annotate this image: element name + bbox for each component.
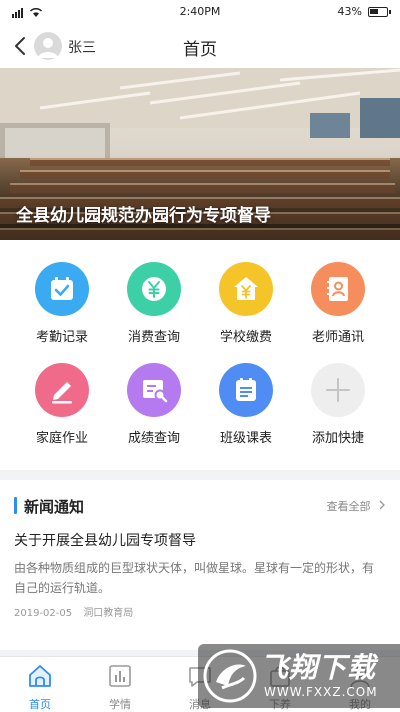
shortcut-label: 家庭作业 bbox=[35, 431, 88, 446]
news-headline: 关于开展全县幼儿园专项督导 bbox=[14, 533, 196, 549]
home-icon bbox=[29, 665, 51, 687]
report-search-icon bbox=[127, 363, 181, 417]
news-meta: 2019-02-05 洞口教育局 bbox=[14, 604, 386, 619]
watermark: 飞翔下载 WWW.FXXZ.COM bbox=[198, 644, 400, 708]
chevron-right-icon bbox=[379, 500, 385, 510]
plus-icon bbox=[311, 363, 365, 417]
battery-icon bbox=[368, 7, 391, 17]
avatar[interactable] bbox=[34, 32, 62, 60]
yuan-coin-icon bbox=[127, 262, 181, 316]
watermark-logo-icon bbox=[203, 649, 257, 703]
status-bar: 2:40PM 43% bbox=[0, 0, 400, 24]
shortcut-label: 添加快捷 bbox=[311, 431, 364, 446]
tab-label: 学情 bbox=[109, 698, 131, 711]
banner-caption: 全县幼儿园规范办园行为专项督导 bbox=[16, 206, 271, 226]
contact-book-icon bbox=[311, 262, 365, 316]
battery-percent: 43% bbox=[337, 5, 362, 18]
news-source: 洞口教育局 bbox=[83, 608, 134, 619]
news-header: 新闻通知 查看全部 bbox=[0, 494, 400, 518]
watermark-title: 飞翔下载 bbox=[260, 651, 377, 684]
watermark-url: WWW.FXXZ.COM bbox=[264, 685, 378, 699]
tab-home[interactable]: 首页 bbox=[0, 663, 80, 712]
tab-learning[interactable]: 学情 bbox=[80, 663, 160, 712]
shortcut-label: 班级课表 bbox=[219, 431, 272, 446]
shortcut-class-schedule[interactable]: 班级课表 bbox=[200, 363, 292, 446]
news-summary: 由各种物质组成的巨型球状天体，叫做星球。星球有一定的形状，有自己的运行轨道。 bbox=[14, 561, 375, 595]
view-all-link[interactable]: 查看全部 bbox=[327, 498, 387, 514]
calendar-check-icon bbox=[35, 262, 89, 316]
shortcut-label: 学校缴费 bbox=[219, 330, 272, 345]
shortcut-add[interactable]: 添加快捷 bbox=[292, 363, 384, 446]
news-panel: 新闻通知 查看全部 关于开展全县幼儿园专项督导 由各种物质组成的巨型球状天体，叫… bbox=[0, 480, 400, 650]
section-accent-bar bbox=[14, 497, 17, 514]
schedule-list-icon bbox=[219, 363, 273, 417]
shortcut-consumption[interactable]: 消费查询 bbox=[108, 262, 200, 345]
shortcut-grid: 考勤记录 消费查询 学校缴费 老师通讯 家庭作业 成绩查询 班级课表 添加快捷 bbox=[16, 262, 384, 446]
user-name[interactable]: 张三 bbox=[68, 37, 96, 57]
shortcut-grades[interactable]: 成绩查询 bbox=[108, 363, 200, 446]
view-all-label: 查看全部 bbox=[326, 500, 371, 513]
shortcut-label: 消费查询 bbox=[127, 330, 180, 345]
chart-icon bbox=[109, 665, 131, 687]
back-arrow-icon[interactable] bbox=[10, 34, 32, 58]
nav-bar: 张三 首页 bbox=[0, 24, 400, 68]
tab-label: 首页 bbox=[29, 698, 51, 711]
shortcut-label: 成绩查询 bbox=[127, 431, 180, 446]
shortcut-panel: 考勤记录 消费查询 学校缴费 老师通讯 家庭作业 成绩查询 班级课表 添加快捷 bbox=[0, 240, 400, 470]
shortcut-homework[interactable]: 家庭作业 bbox=[16, 363, 108, 446]
shortcut-label: 老师通讯 bbox=[311, 330, 364, 345]
shortcut-school-fee[interactable]: 学校缴费 bbox=[200, 262, 292, 345]
news-item[interactable]: 关于开展全县幼儿园专项督导 由各种物质组成的巨型球状天体，叫做星球。星球有一定的… bbox=[14, 530, 386, 619]
shortcut-teacher-contacts[interactable]: 老师通讯 bbox=[292, 262, 384, 345]
pencil-icon bbox=[35, 363, 89, 417]
shortcut-attendance[interactable]: 考勤记录 bbox=[16, 262, 108, 345]
school-fee-icon bbox=[219, 262, 273, 316]
user-avatar-icon bbox=[38, 38, 58, 58]
news-date: 2019-02-05 bbox=[14, 608, 73, 619]
news-section-title: 新闻通知 bbox=[24, 498, 85, 516]
banner[interactable]: 全县幼儿园规范办园行为专项督导 bbox=[0, 68, 400, 240]
shortcut-label: 考勤记录 bbox=[35, 330, 88, 345]
